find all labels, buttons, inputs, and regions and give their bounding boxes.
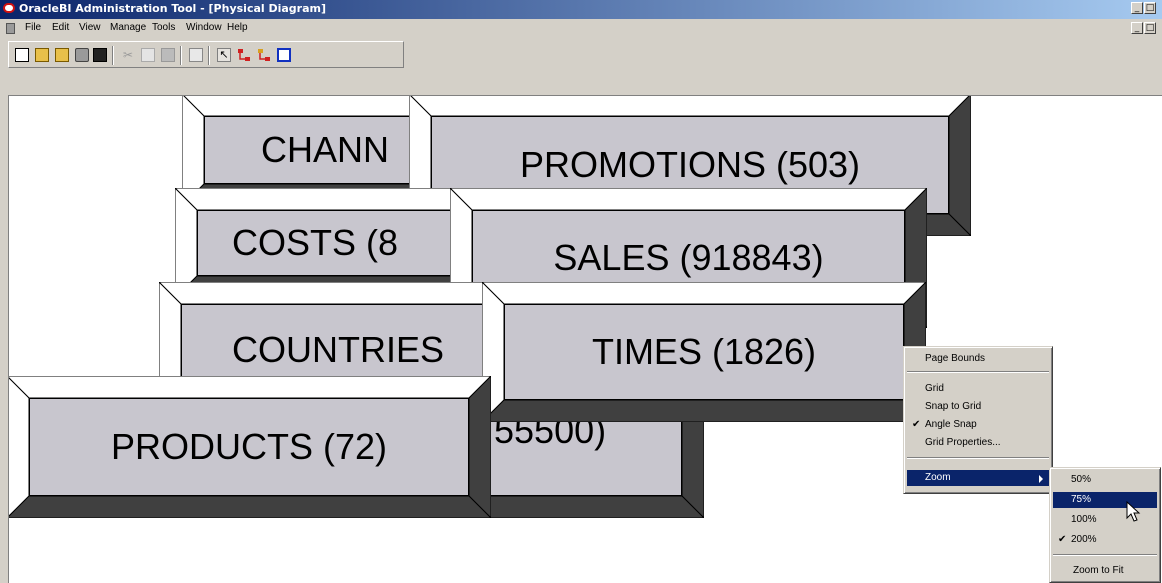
- oracle-app-icon[interactable]: [3, 3, 15, 13]
- diagram-context-menu: Page Bounds Grid Snap to Grid ✔ Angle Sna…: [903, 346, 1053, 494]
- menu-tools[interactable]: Tools: [152, 22, 175, 33]
- check-icon: ✔: [1058, 534, 1067, 545]
- new-join-icon[interactable]: [237, 48, 251, 62]
- table-label: COSTS (8: [197, 210, 453, 276]
- doc-minimize-button[interactable]: _: [1131, 22, 1143, 34]
- copy-icon[interactable]: [141, 48, 155, 62]
- toolbar-separator: [208, 46, 210, 65]
- menu-item-label: Zoom: [925, 472, 951, 483]
- new-icon[interactable]: [15, 48, 29, 62]
- menu-item-zoom[interactable]: Zoom: [907, 470, 1049, 486]
- toolbar-separator: [112, 46, 114, 65]
- new-complex-join-icon[interactable]: [257, 48, 271, 62]
- menu-item-label: Angle Snap: [925, 419, 977, 430]
- menu-edit[interactable]: Edit: [52, 22, 69, 33]
- import-icon[interactable]: [75, 48, 89, 62]
- window-icon[interactable]: [277, 48, 291, 62]
- submenu-arrow-icon: [1039, 475, 1043, 483]
- check-icon: ✔: [912, 419, 921, 430]
- menu-item-snap-to-grid[interactable]: Snap to Grid: [907, 399, 1049, 415]
- cut-icon[interactable]: ✂: [121, 48, 135, 62]
- physical-diagram-canvas[interactable]: CHANN PROMOTIONS (503) COSTS (8 SALES (9…: [8, 95, 1162, 583]
- toolbar-panel: ✂ ↖: [8, 41, 404, 68]
- menu-item-page-bounds[interactable]: Page Bounds: [907, 351, 1049, 367]
- toolbar: ✂ ↖: [0, 38, 1162, 95]
- open-folder-icon[interactable]: [55, 48, 69, 62]
- minimize-button[interactable]: _: [1131, 2, 1143, 14]
- table-times[interactable]: TIMES (1826): [482, 282, 926, 422]
- window-title: OracleBI Administration Tool - [Physical…: [19, 2, 327, 15]
- table-label: PRODUCTS (72): [29, 398, 469, 496]
- save-icon[interactable]: [93, 48, 107, 62]
- zoom-50[interactable]: 50%: [1053, 472, 1157, 488]
- menu-item-label: 75%: [1071, 494, 1092, 505]
- menu-item-grid[interactable]: Grid: [907, 381, 1049, 397]
- menu-item-grid-properties[interactable]: Grid Properties...: [907, 435, 1049, 451]
- menu-item-label: Grid Properties...: [925, 437, 1001, 448]
- menu-file[interactable]: File: [25, 22, 41, 33]
- title-bar: OracleBI Administration Tool - [Physical…: [0, 0, 1162, 19]
- menu-item-label: 100%: [1071, 514, 1097, 525]
- toolbar-separator: [180, 46, 182, 65]
- menu-item-label: Grid: [925, 383, 944, 394]
- document-icon[interactable]: [6, 23, 15, 34]
- table-label: TIMES (1826): [504, 304, 904, 400]
- menu-item-label: Page Bounds: [925, 353, 986, 364]
- menu-item-label: 50%: [1071, 474, 1092, 485]
- menu-help[interactable]: Help: [227, 22, 248, 33]
- zoom-200[interactable]: ✔ 200%: [1053, 532, 1157, 548]
- select-pointer-icon[interactable]: ↖: [217, 48, 231, 62]
- mouse-cursor-icon: [1126, 500, 1142, 523]
- menu-window[interactable]: Window: [186, 22, 222, 33]
- maximize-button[interactable]: □: [1144, 2, 1156, 14]
- open-icon[interactable]: [35, 48, 49, 62]
- menu-bar: File Edit View Manage Tools Window Help …: [0, 19, 1162, 38]
- menu-item-angle-snap[interactable]: ✔ Angle Snap: [907, 417, 1049, 433]
- menu-item-label: Zoom to Fit: [1073, 565, 1124, 576]
- zoom-submenu: 50% 75% 100% ✔ 200% Zoom to Fit: [1049, 467, 1161, 583]
- menu-item-label: 200%: [1071, 534, 1097, 545]
- menu-view[interactable]: View: [79, 22, 101, 33]
- doc-restore-button[interactable]: □: [1144, 22, 1156, 34]
- menu-separator: [907, 457, 1049, 459]
- properties-icon[interactable]: [189, 48, 203, 62]
- menu-item-label: Snap to Grid: [925, 401, 982, 412]
- zoom-to-fit[interactable]: Zoom to Fit: [1053, 563, 1157, 579]
- menu-separator: [907, 371, 1049, 373]
- table-products[interactable]: PRODUCTS (72): [9, 376, 491, 518]
- paste-icon[interactable]: [161, 48, 175, 62]
- menu-separator: [1053, 554, 1157, 556]
- menu-manage[interactable]: Manage: [110, 22, 146, 33]
